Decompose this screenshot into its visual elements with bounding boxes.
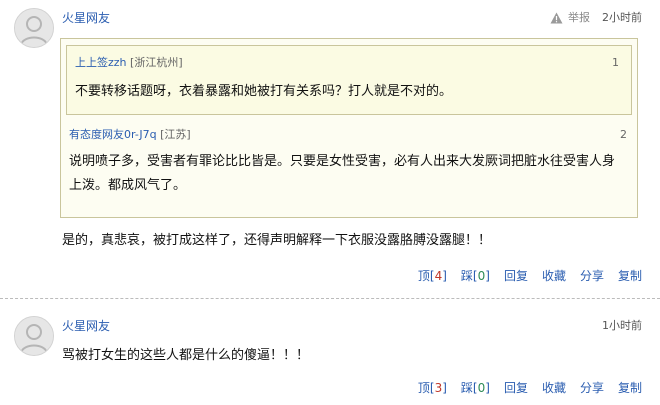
quote-author: 有态度网友0r-J7q [江苏]	[69, 128, 191, 142]
comment-text: 是的，真悲哀，被打成这样了，还得声明解释一下衣服没露胳膊没露腿！！	[62, 233, 492, 248]
comment-meta: 举报 2小时前	[550, 10, 642, 26]
downvote-label: 踩	[460, 381, 473, 395]
reply-button[interactable]: 回复	[504, 380, 528, 396]
report-label: 举报	[568, 11, 590, 24]
quote-floor-number: 2	[620, 128, 627, 141]
avatar[interactable]	[14, 8, 54, 48]
share-button[interactable]: 分享	[580, 268, 604, 284]
upvote-count: 4	[434, 269, 443, 283]
quote-username[interactable]: 有态度网友0r-J7q	[69, 128, 157, 141]
quote-location: [江苏]	[160, 128, 191, 141]
comment-meta: 1小时前	[602, 318, 642, 334]
upvote-label: 顶	[417, 381, 430, 395]
quote-author: 上上签zzh [浙江杭州]	[75, 56, 183, 70]
upvote-label: 顶	[417, 269, 430, 283]
downvote-count: 0	[477, 269, 486, 283]
quote-location: [浙江杭州]	[130, 56, 183, 69]
downvote-label: 踩	[460, 269, 473, 283]
username[interactable]: 火星网友	[62, 10, 110, 26]
comment-item: 火星网友 举报 2小时前 上上签zzh [浙江杭州] 1 不要转移话题呀，衣着暴…	[0, 0, 660, 300]
downvote-button[interactable]: 踩[0]	[461, 268, 490, 284]
upvote-button[interactable]: 顶[3]	[418, 380, 447, 396]
comment-actions: 顶[3] 踩[0] 回复 收藏 分享 复制	[404, 380, 642, 396]
upvote-button[interactable]: 顶[4]	[418, 268, 447, 284]
quote-block: 上上签zzh [浙江杭州] 1 不要转移话题呀，衣着暴露和她被打有关系吗？打人就…	[60, 38, 638, 218]
user-avatar-icon	[15, 317, 53, 355]
favorite-button[interactable]: 收藏	[542, 380, 566, 396]
username[interactable]: 火星网友	[62, 318, 110, 334]
quote-text-line: 说明喷子多，受害者有罪论比比皆是。只要是女性受害，必有人出来大发厥词把脏水往受害…	[69, 154, 616, 169]
warning-icon	[550, 12, 563, 24]
user-avatar-icon	[15, 9, 53, 47]
timestamp: 2小时前	[602, 11, 642, 24]
copy-button[interactable]: 复制	[618, 268, 642, 284]
nested-quote: 上上签zzh [浙江杭州] 1 不要转移话题呀，衣着暴露和她被打有关系吗？打人就…	[66, 45, 632, 115]
avatar[interactable]	[14, 316, 54, 356]
comment-text: 骂被打女生的这些人都是什么的傻逼！！！	[62, 348, 310, 363]
quote-text: 不要转移话题呀，衣着暴露和她被打有关系吗？打人就是不对的。	[75, 84, 453, 99]
comment-divider	[0, 298, 660, 299]
report-button[interactable]: 举报	[550, 10, 590, 26]
comment-actions: 顶[4] 踩[0] 回复 收藏 分享 复制	[404, 268, 642, 284]
quote-floor-number: 1	[612, 56, 619, 69]
share-button[interactable]: 分享	[580, 380, 604, 396]
upvote-count: 3	[434, 381, 443, 395]
downvote-count: 0	[477, 381, 486, 395]
favorite-button[interactable]: 收藏	[542, 268, 566, 284]
timestamp: 1小时前	[602, 319, 642, 332]
reply-button[interactable]: 回复	[504, 268, 528, 284]
quote-username[interactable]: 上上签zzh	[75, 56, 127, 69]
downvote-button[interactable]: 踩[0]	[461, 380, 490, 396]
copy-button[interactable]: 复制	[618, 380, 642, 396]
quote-text-line: 上泼。都成风气了。	[69, 178, 187, 193]
comment-item: 火星网友 1小时前 骂被打女生的这些人都是什么的傻逼！！！ 顶[3] 踩[0] …	[0, 300, 660, 405]
